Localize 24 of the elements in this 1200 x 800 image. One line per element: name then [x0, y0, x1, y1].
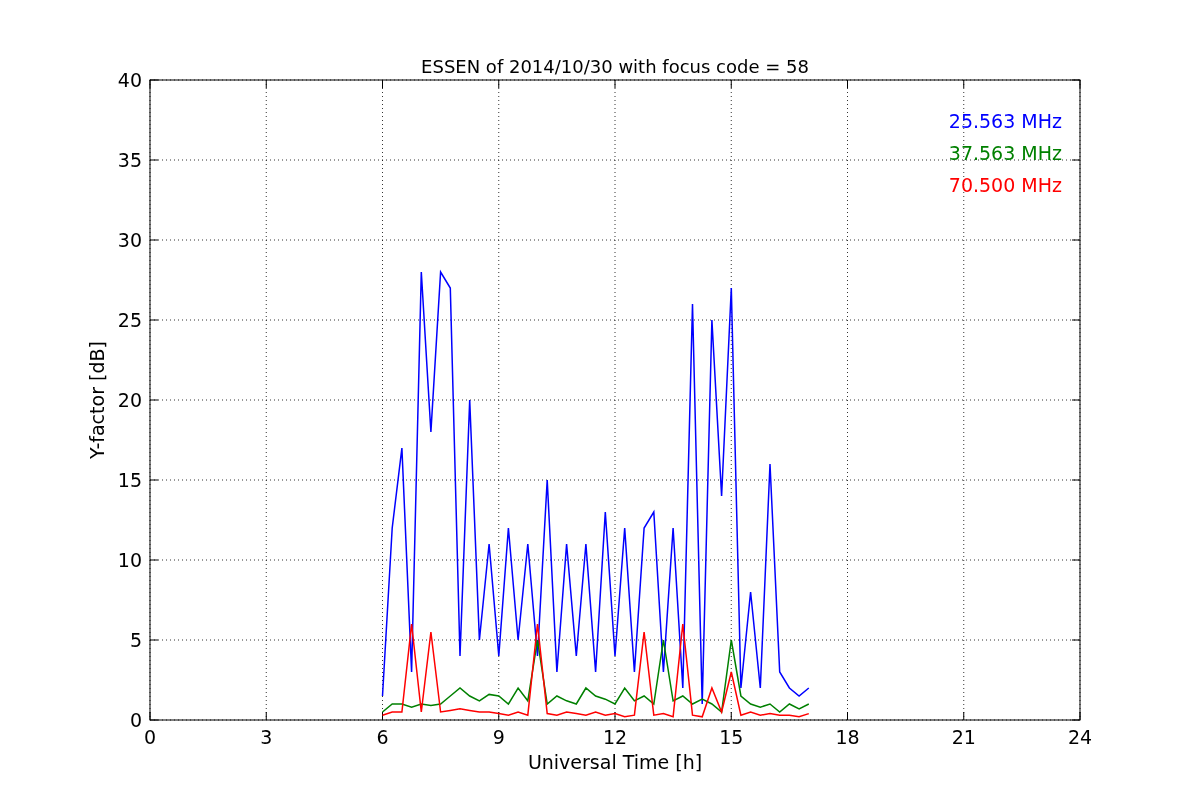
y-tick-label: 25: [117, 309, 142, 331]
y-axis-label: Y-factor [dB]: [86, 341, 108, 459]
x-tick-label: 24: [1067, 726, 1093, 748]
legend-label: 37.563 MHz: [948, 142, 1062, 164]
x-tick-label: 3: [260, 726, 273, 748]
x-tick-label: 12: [602, 726, 628, 748]
x-tick-label: 6: [376, 726, 389, 748]
legend-label: 25.563 MHz: [948, 110, 1062, 132]
y-tick-label: 0: [129, 709, 142, 731]
chart-title: ESSEN of 2014/10/30 with focus code = 58: [421, 56, 809, 77]
y-tick-label: 35: [117, 149, 142, 171]
y-tick-label: 15: [117, 469, 142, 491]
y-tick-label: 40: [117, 69, 142, 91]
y-tick-label: 10: [117, 549, 142, 571]
y-tick-label: 5: [129, 629, 142, 651]
x-axis-label: Universal Time [h]: [527, 751, 703, 773]
x-tick-label: 21: [951, 726, 976, 748]
x-tick-label: 9: [492, 726, 505, 748]
y-tick-label: 30: [117, 229, 142, 251]
y-tick-label: 20: [117, 389, 142, 411]
x-tick-label: 18: [835, 726, 860, 748]
x-tick-label: 0: [143, 726, 157, 748]
x-tick-label: 15: [719, 726, 744, 748]
legend-label: 70.500 MHz: [948, 174, 1062, 196]
